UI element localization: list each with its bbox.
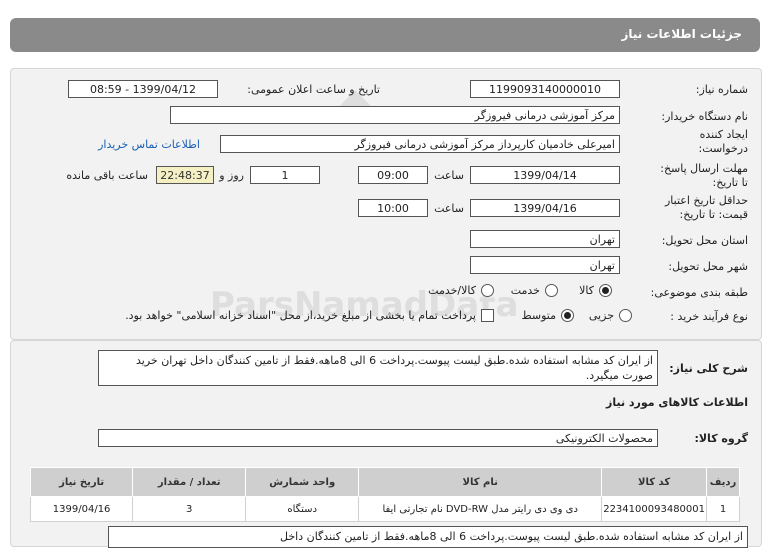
cell-row: 1 [706, 496, 740, 522]
validity-label-line1: حداقل تاریخ اعتبار [664, 194, 748, 207]
city-label: شهر محل تحویل: [668, 260, 748, 273]
announce-date-label: تاریخ و ساعت اعلان عمومی: [247, 83, 380, 96]
col-need-date: تاریخ نیاز [29, 467, 134, 497]
validity-time-label: ساعت [434, 202, 464, 215]
goods-table-header: ردیف کد کالا نام کالا واحد شمارش تعداد /… [29, 467, 740, 497]
need-number-field[interactable]: 1199093140000010 [470, 80, 620, 98]
province-label: استان محل تحویل: [661, 234, 748, 247]
col-unit: واحد شمارش [245, 467, 360, 497]
days-field[interactable]: 1 [250, 166, 320, 184]
creator-label-line2: درخواست: [698, 142, 748, 155]
need-number-label: شماره نیاز: [695, 83, 748, 96]
validity-label: حداقل تاریخ اعتبار قیمت: تا تاریخ: [638, 194, 748, 222]
category-label: طبقه بندی موضوعی: [650, 286, 748, 299]
cell-need-date: 1399/04/16 [29, 496, 134, 522]
category-option-service: خدمت [510, 284, 540, 297]
process-radio-minor[interactable] [619, 309, 632, 322]
category-radio-goods-service[interactable] [481, 284, 494, 297]
province-field[interactable]: تهران [470, 230, 620, 248]
send-time-field[interactable]: 09:00 [358, 166, 428, 184]
treasury-payment-checkbox[interactable] [481, 309, 494, 322]
cell-unit: دستگاه [245, 496, 360, 522]
category-option-goods-service: کالا/خدمت [428, 284, 476, 297]
buyer-org-field[interactable]: مرکز آموزشی درمانی فیروزگر [170, 106, 620, 124]
creator-label: ایجاد کننده درخواست: [648, 128, 748, 156]
goods-table: ردیف کد کالا نام کالا واحد شمارش تعداد /… [29, 467, 740, 522]
goods-group-field[interactable]: محصولات الکترونیکی [98, 429, 658, 447]
cell-qty: 3 [132, 496, 247, 522]
remaining-label: ساعت باقی مانده [66, 169, 148, 182]
treasury-payment-note: پرداخت تمام یا بخشی از مبلغ خرید،از محل … [125, 309, 476, 322]
goods-group-label: گروه کالا: [694, 432, 748, 445]
category-option-goods: کالا [579, 284, 594, 297]
cell-name: دی وی دی رایتر مدل DVD-RW نام تجارتی ایف… [358, 496, 603, 522]
validity-date-field[interactable]: 1399/04/16 [470, 199, 620, 217]
category-radio-goods[interactable] [599, 284, 612, 297]
creator-label-line1: ایجاد کننده [699, 128, 748, 141]
col-row: ردیف [706, 467, 740, 497]
buyer-org-label: نام دستگاه خریدار: [661, 110, 748, 123]
description-field[interactable]: از ایران کد مشابه استفاده شده.طبق لیست پ… [98, 350, 658, 386]
send-deadline-label-line1: مهلت ارسال پاسخ: [660, 162, 748, 175]
validity-time-field[interactable]: 10:00 [358, 199, 428, 217]
goods-info-title: اطلاعات کالاهای مورد نیاز [606, 396, 748, 409]
validity-label-line2: قیمت: تا تاریخ: [679, 208, 748, 221]
title-bar: جزئیات اطلاعات نیاز [10, 18, 760, 52]
buyer-contact-link[interactable]: اطلاعات تماس خریدار [98, 138, 200, 151]
process-type-label: نوع فرآیند خرید : [670, 310, 748, 323]
table-row[interactable]: 1 2234100093480001 دی وی دی رایتر مدل DV… [29, 496, 740, 522]
announce-date-field[interactable]: 1399/04/12 - 08:59 [68, 80, 218, 98]
remaining-time-field: 22:48:37 [156, 166, 214, 184]
process-option-minor: جزیی [588, 309, 614, 322]
send-deadline-label: مهلت ارسال پاسخ: تا تاریخ: [638, 162, 748, 190]
send-time-label: ساعت [434, 169, 464, 182]
cell-code: 2234100093480001 [601, 496, 707, 522]
col-code: کد کالا [601, 467, 707, 497]
col-name: نام کالا [358, 467, 603, 497]
send-date-field[interactable]: 1399/04/14 [470, 166, 620, 184]
process-option-medium: متوسط [521, 309, 556, 322]
send-deadline-label-line2: تا تاریخ: [712, 176, 748, 189]
description-label: شرح کلی نیاز: [669, 362, 748, 375]
col-qty: تعداد / مقدار [132, 467, 247, 497]
city-field[interactable]: تهران [470, 256, 620, 274]
page-title: جزئیات اطلاعات نیاز [621, 27, 742, 41]
category-radio-service[interactable] [545, 284, 558, 297]
process-radio-medium[interactable] [561, 309, 574, 322]
creator-field[interactable]: امیرعلی خادمیان کارپرداز مرکز آموزشی درم… [220, 135, 620, 153]
days-label: روز و [219, 169, 244, 182]
